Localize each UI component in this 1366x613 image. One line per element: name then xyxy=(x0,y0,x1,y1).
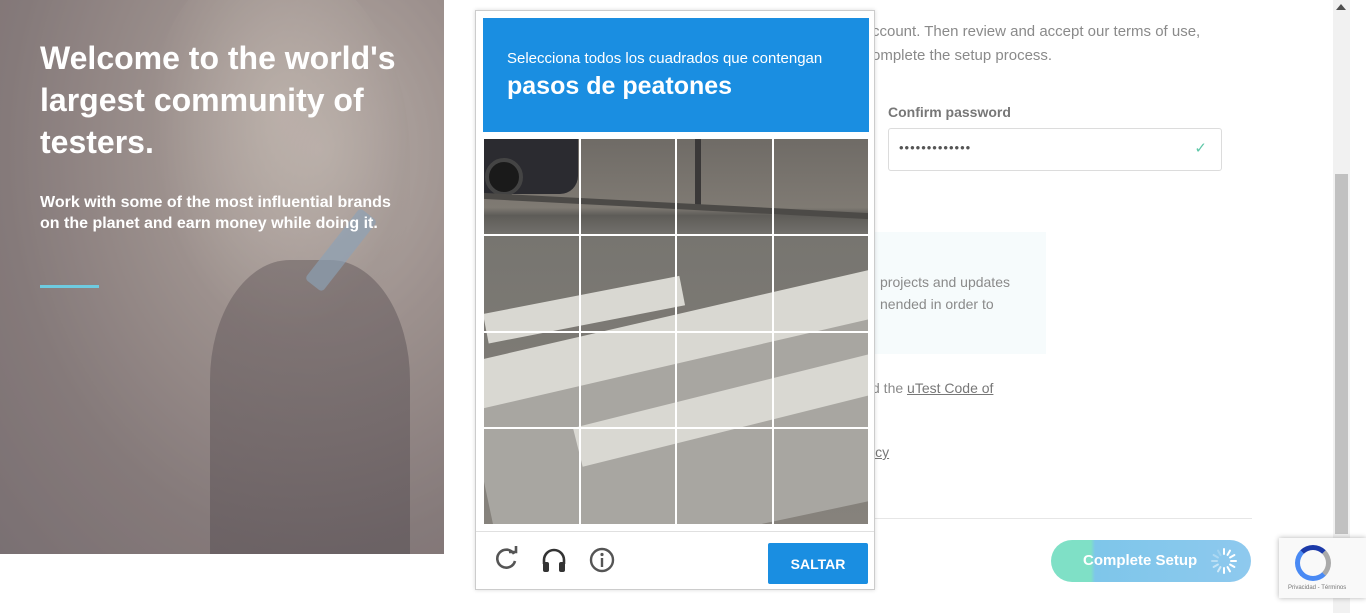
captcha-image-grid xyxy=(483,138,869,525)
hero-subtitle: Work with some of the most influential b… xyxy=(40,194,391,232)
captcha-tile[interactable] xyxy=(579,138,676,235)
skip-button[interactable]: SALTAR xyxy=(768,543,868,584)
hero-accent-bar xyxy=(40,285,99,288)
captcha-tile[interactable] xyxy=(483,234,580,332)
recaptcha-links[interactable]: Privacidad - Términos xyxy=(1288,585,1346,591)
captcha-tile[interactable] xyxy=(483,138,580,235)
captcha-tile[interactable] xyxy=(772,138,869,235)
complete-setup-button[interactable]: Complete Setup xyxy=(1051,540,1251,582)
reload-icon[interactable] xyxy=(492,546,522,576)
captcha-footer: SALTAR xyxy=(476,531,874,590)
captcha-tile[interactable] xyxy=(676,331,773,429)
confirm-password-label: Confirm password xyxy=(888,104,1011,120)
check-icon: ✓ xyxy=(1194,140,1207,157)
captcha-header: Selecciona todos los cuadrados que conte… xyxy=(483,18,869,132)
info-icon[interactable] xyxy=(587,546,617,576)
captcha-tile[interactable] xyxy=(579,428,676,525)
code-of-conduct-link[interactable]: uTest Code of xyxy=(907,380,993,396)
hero-panel: Welcome to the world's largest community… xyxy=(0,0,444,554)
form-divider xyxy=(872,518,1252,519)
code-of-conduct-text: d the uTest Code of xyxy=(872,380,994,396)
password-value: ••••••••••••• xyxy=(899,140,972,155)
captcha-tile[interactable] xyxy=(483,428,580,525)
captcha-tile[interactable] xyxy=(772,331,869,429)
loading-spinner-icon xyxy=(1211,548,1237,574)
captcha-target-object: pasos de peatones xyxy=(507,72,733,100)
captcha-tile[interactable] xyxy=(579,331,676,429)
captcha-instruction: Selecciona todos los cuadrados que conte… xyxy=(507,50,823,67)
recaptcha-logo-icon xyxy=(1295,545,1331,581)
confirm-password-field[interactable]: ••••••••••••• ✓ xyxy=(888,128,1222,171)
scroll-thumb[interactable] xyxy=(1335,174,1348,534)
form-intro: ccount. Then review and accept our terms… xyxy=(872,23,1201,64)
recaptcha-badge[interactable]: Privacidad - Términos xyxy=(1279,538,1366,598)
scroll-up-arrow-icon[interactable] xyxy=(1336,4,1346,10)
captcha-tile[interactable] xyxy=(676,138,773,235)
hero-title: Welcome to the world's largest community… xyxy=(40,40,396,160)
captcha-dialog: Selecciona todos los cuadrados que conte… xyxy=(475,10,875,590)
notice-box: projects and updates nended in order to xyxy=(872,232,1046,354)
captcha-tile[interactable] xyxy=(772,428,869,525)
captcha-tile[interactable] xyxy=(676,428,773,525)
captcha-tile[interactable] xyxy=(676,234,773,332)
headphones-icon[interactable] xyxy=(539,546,569,576)
captcha-tile[interactable] xyxy=(579,234,676,332)
captcha-tile[interactable] xyxy=(483,331,580,429)
captcha-tile[interactable] xyxy=(772,234,869,332)
